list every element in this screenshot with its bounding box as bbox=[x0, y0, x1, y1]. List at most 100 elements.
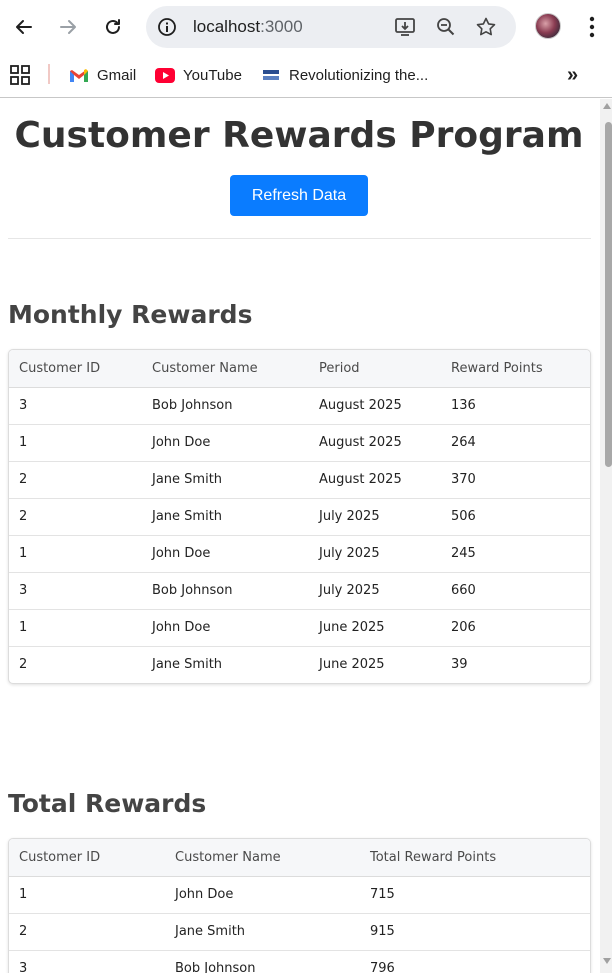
table-cell: Jane Smith bbox=[152, 657, 223, 673]
page-title: Customer Rewards Program bbox=[14, 115, 584, 156]
divider bbox=[8, 238, 591, 239]
table-cell: Jane Smith bbox=[142, 498, 309, 536]
table-cell: 370 bbox=[441, 461, 590, 499]
table-cell: 2 bbox=[9, 498, 142, 536]
bookmarks-separator bbox=[48, 64, 50, 84]
scrollbar-thumb[interactable] bbox=[605, 122, 612, 467]
column-header: Customer Name bbox=[165, 839, 360, 877]
reload-icon bbox=[106, 19, 120, 34]
table-cell: 3 bbox=[19, 961, 28, 973]
site-icon bbox=[261, 67, 281, 83]
table-cell: 245 bbox=[441, 535, 590, 573]
table-cell: August 2025 bbox=[309, 387, 441, 425]
bookmark-gmail[interactable]: Gmail bbox=[69, 64, 136, 86]
profile-avatar[interactable] bbox=[535, 13, 561, 39]
table-cell: August 2025 bbox=[309, 461, 441, 499]
column-header: Reward Points bbox=[441, 350, 590, 388]
total-rewards-heading: Total Rewards bbox=[8, 789, 207, 818]
table-row: 3 Bob Johnson July 2025 660 bbox=[9, 572, 590, 610]
bookmarks-bar: Gmail YouTube Revolutionizing the... » bbox=[0, 55, 612, 98]
page-content: Customer Rewards Program Refresh Data Mo… bbox=[0, 99, 600, 973]
column-header: Period bbox=[309, 350, 441, 388]
table-cell: 915 bbox=[360, 913, 590, 951]
table-row: 2 Jane Smith July 2025 506 bbox=[9, 498, 590, 536]
table-cell: July 2025 bbox=[309, 535, 441, 573]
address-bar[interactable]: localhost:3000 bbox=[146, 6, 516, 48]
total-table-header: Customer ID Customer Name Total Reward Poi… bbox=[9, 839, 590, 877]
bookmark-youtube-label: YouTube bbox=[183, 66, 242, 84]
more-bookmarks-button[interactable]: » bbox=[567, 64, 578, 86]
bookmark-youtube[interactable]: YouTube bbox=[155, 64, 242, 86]
scroll-up-arrow-icon[interactable] bbox=[603, 103, 611, 109]
table-cell: Jane Smith bbox=[165, 913, 360, 951]
table-cell: 2 bbox=[9, 913, 165, 951]
table-cell: 3 bbox=[9, 387, 142, 425]
table-row: 2 Jane Smith August 2025 370 bbox=[9, 461, 590, 499]
url-text[interactable]: localhost:3000 bbox=[193, 17, 303, 37]
total-rewards-table: Customer ID Customer Name Total Reward Poi… bbox=[8, 838, 591, 973]
gmail-icon bbox=[69, 67, 89, 83]
forward-arrow-icon bbox=[60, 20, 76, 34]
monthly-table-header: Customer ID Customer Name Period Reward Poi… bbox=[9, 350, 590, 388]
table-cell: John Doe bbox=[165, 876, 360, 914]
table-cell: Bob Johnson bbox=[142, 572, 309, 610]
table-cell: 1 bbox=[9, 609, 142, 647]
install-app-icon[interactable] bbox=[394, 16, 416, 38]
site-info-icon[interactable] bbox=[156, 16, 178, 38]
browser-toolbar: localhost:3000 bbox=[0, 0, 612, 55]
table-cell: 1 bbox=[9, 535, 142, 573]
bookmark-revolutionizing-label: Revolutionizing the... bbox=[289, 66, 429, 84]
table-cell: June 2025 bbox=[319, 657, 385, 673]
back-arrow-icon bbox=[16, 20, 32, 34]
table-row: 1 John Doe August 2025 264 bbox=[9, 424, 590, 462]
table-cell: 2 bbox=[9, 461, 142, 499]
bookmark-revolutionizing[interactable]: Revolutionizing the... bbox=[261, 64, 428, 86]
table-cell: 206 bbox=[441, 609, 590, 647]
table-cell: 1 bbox=[9, 876, 165, 914]
table-cell: 2 bbox=[19, 657, 28, 673]
column-header: Customer ID bbox=[9, 350, 142, 388]
table-cell: 715 bbox=[360, 876, 590, 914]
table-cell: 3 bbox=[9, 572, 142, 610]
table-cell: Bob Johnson bbox=[175, 961, 256, 973]
column-header: Customer Name bbox=[142, 350, 309, 388]
table-cell: John Doe bbox=[142, 609, 309, 647]
table-cell: July 2025 bbox=[309, 572, 441, 610]
table-row: 1 John Doe July 2025 245 bbox=[9, 535, 590, 573]
back-button[interactable] bbox=[7, 10, 41, 44]
table-row: 3 Bob Johnson August 2025 136 bbox=[9, 387, 590, 425]
table-cell: 660 bbox=[441, 572, 590, 610]
table-row: 3 Bob Johnson 796 bbox=[9, 950, 590, 973]
table-cell: 264 bbox=[441, 424, 590, 462]
table-cell: 506 bbox=[441, 498, 590, 536]
scroll-down-arrow-icon[interactable] bbox=[603, 958, 611, 964]
youtube-icon bbox=[155, 67, 175, 83]
reload-button[interactable] bbox=[96, 10, 130, 44]
table-cell: 39 bbox=[451, 657, 468, 673]
refresh-data-button[interactable]: Refresh Data bbox=[230, 175, 368, 216]
table-cell: 1 bbox=[9, 424, 142, 462]
table-cell: July 2025 bbox=[309, 498, 441, 536]
table-row: 1 John Doe June 2025 206 bbox=[9, 609, 590, 647]
table-cell: 796 bbox=[370, 961, 395, 973]
bookmark-star-icon[interactable] bbox=[475, 16, 497, 38]
table-cell: June 2025 bbox=[309, 609, 441, 647]
table-cell: Jane Smith bbox=[142, 461, 309, 499]
column-header: Total Reward Points bbox=[360, 839, 590, 877]
zoom-icon[interactable] bbox=[435, 16, 457, 38]
table-cell: John Doe bbox=[142, 424, 309, 462]
table-row: 2 Jane Smith June 2025 39 bbox=[9, 646, 590, 683]
monthly-rewards-heading: Monthly Rewards bbox=[8, 300, 253, 329]
table-cell: 136 bbox=[441, 387, 590, 425]
bookmark-gmail-label: Gmail bbox=[97, 66, 137, 84]
forward-button[interactable] bbox=[51, 10, 85, 44]
monthly-rewards-table: Customer ID Customer Name Period Reward Poi… bbox=[8, 349, 591, 684]
url-port: :3000 bbox=[260, 17, 303, 36]
table-cell: August 2025 bbox=[309, 424, 441, 462]
column-header: Customer ID bbox=[9, 839, 165, 877]
apps-grid-icon[interactable] bbox=[10, 65, 30, 85]
table-row: 2 Jane Smith 915 bbox=[9, 913, 590, 951]
url-host: localhost bbox=[193, 17, 261, 36]
table-cell: John Doe bbox=[142, 535, 309, 573]
more-options-icon[interactable] bbox=[582, 14, 602, 40]
